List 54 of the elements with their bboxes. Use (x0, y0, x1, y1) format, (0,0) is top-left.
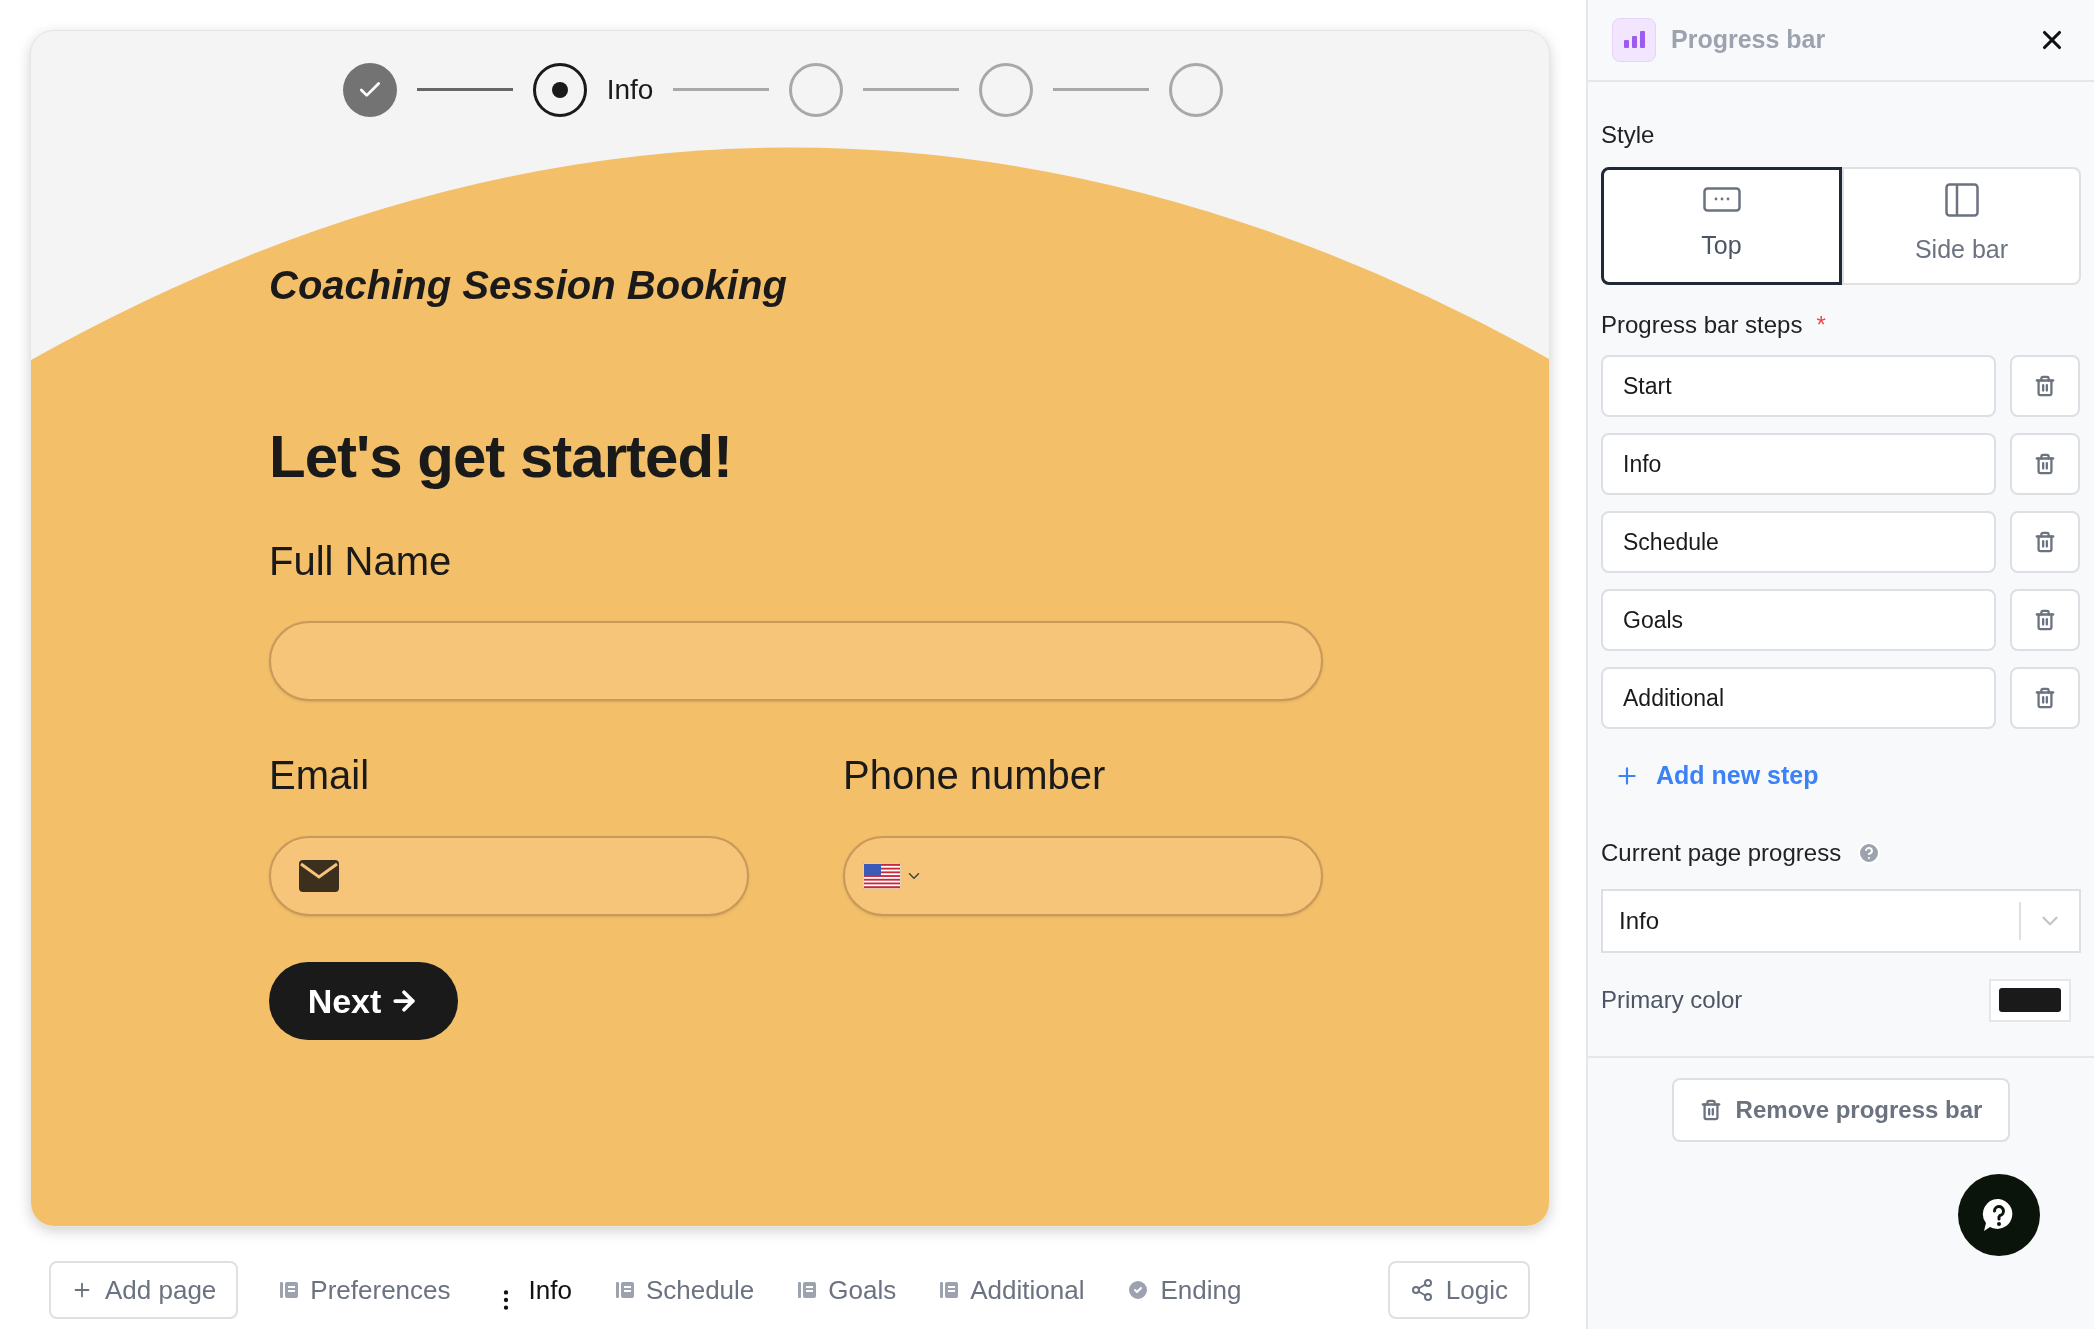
next-button[interactable]: Next (269, 962, 458, 1040)
style-option[interactable]: Top (1601, 167, 1842, 285)
step-name-field[interactable]: Additional (1601, 667, 1996, 729)
current-page-select[interactable]: Info (1601, 888, 2081, 953)
delete-step-button[interactable] (2010, 355, 2080, 417)
delete-step-button[interactable] (2010, 589, 2080, 651)
trash-icon (2034, 453, 2056, 475)
share-nodes-icon (1409, 1278, 1434, 1302)
form-page-icon (613, 1279, 636, 1301)
form-page-icon (938, 1279, 961, 1301)
style-option[interactable]: Side bar (1842, 167, 2081, 285)
page-tab[interactable]: Goals (828, 1270, 897, 1310)
form-page-icon (278, 1279, 301, 1301)
trash-icon (2034, 375, 2056, 397)
form-heading: Let's get started! (269, 427, 734, 487)
top-bar-icon (1702, 187, 1741, 214)
field-label: Email (269, 755, 371, 795)
sidebar-layout-icon (1944, 183, 1979, 218)
logic-button[interactable]: Logic (1387, 1261, 1530, 1319)
help-icon (1857, 840, 1882, 865)
section-label: Current page progress (1601, 837, 1842, 868)
trash-icon (2034, 531, 2056, 553)
add-step-link[interactable]: Add new step (1614, 757, 1819, 795)
page-tab[interactable]: Info (528, 1270, 572, 1310)
step-name-field[interactable]: Start (1601, 355, 1996, 417)
remove-progress-bar-button[interactable]: Remove progress bar (1671, 1077, 2011, 1142)
delete-step-button[interactable] (2010, 667, 2080, 729)
field-label: Full Name (269, 541, 453, 581)
add-page-button[interactable]: Add page (49, 1261, 239, 1319)
page-tab[interactable]: Additional (970, 1270, 1085, 1310)
section-label: Progress bar steps (1601, 310, 1803, 340)
color-swatch-button[interactable] (1989, 978, 2071, 1022)
envelope-icon (299, 860, 339, 892)
field-label: Phone number (843, 755, 1107, 795)
chart-icon (1612, 18, 1656, 62)
page-tab[interactable]: Ending (1160, 1270, 1242, 1310)
section-label: Style (1601, 120, 1656, 150)
flag-icon (863, 863, 901, 889)
form-title: Coaching Session Booking (269, 265, 788, 305)
step-name-field[interactable]: Info (1601, 433, 1996, 495)
form-page-icon (796, 1279, 819, 1301)
step-name-field[interactable]: Goals (1601, 589, 1996, 651)
trash-icon (2034, 609, 2056, 631)
panel-title: Progress bar (1671, 24, 1826, 56)
trash-icon (2034, 687, 2056, 709)
trash-icon (1699, 1098, 1722, 1121)
required-mark: * (1816, 310, 1826, 340)
step-label: Info (606, 72, 654, 107)
step-name-field[interactable]: Schedule (1601, 511, 1996, 573)
page-tab[interactable]: Schedule (645, 1270, 755, 1310)
section-label: Primary color (1601, 985, 1743, 1015)
delete-step-button[interactable] (2010, 433, 2080, 495)
page-tab[interactable]: Preferences (310, 1270, 451, 1310)
delete-step-button[interactable] (2010, 511, 2080, 573)
